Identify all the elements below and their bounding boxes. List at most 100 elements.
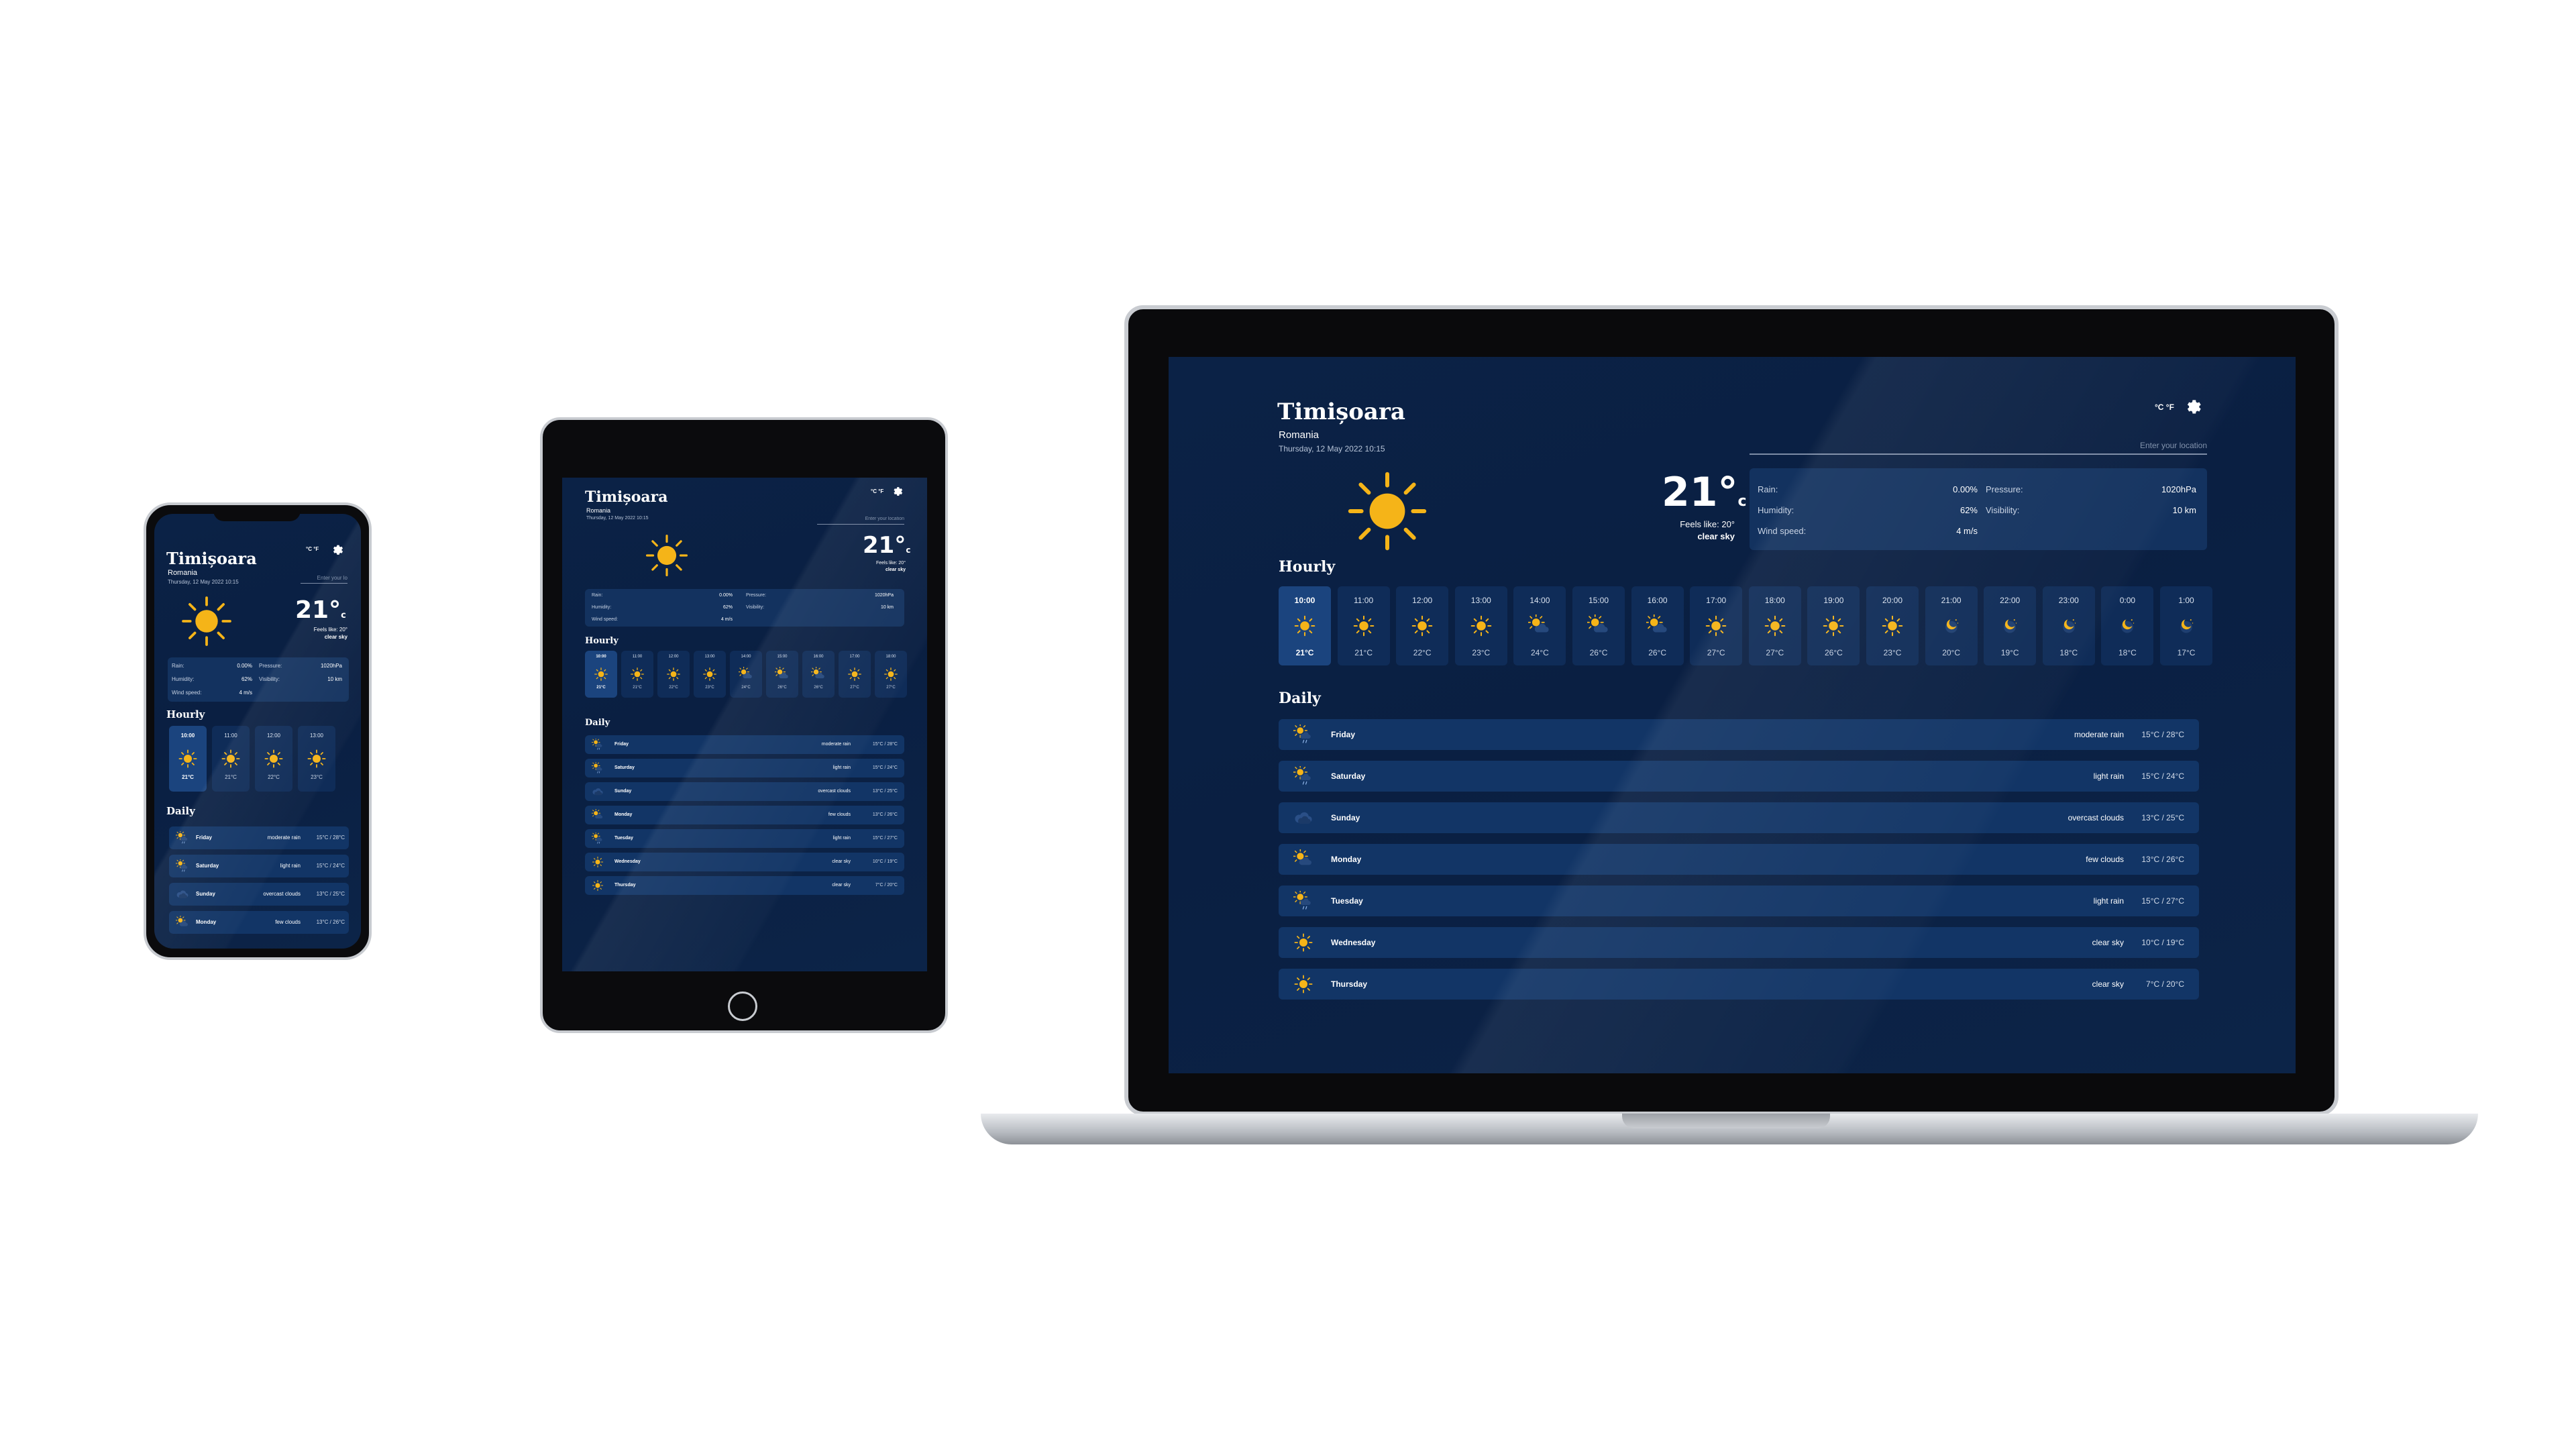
hourly-temp: 24°C xyxy=(741,686,751,690)
daily-day: Wednesday xyxy=(1331,938,1376,947)
hourly-card[interactable]: 13:00 23°C xyxy=(298,726,335,792)
hourly-card[interactable]: 11:00 21°C xyxy=(621,651,653,698)
daily-day: Thursday xyxy=(1331,979,1368,989)
pressure-value: 1020hPa xyxy=(320,663,342,669)
hourly-card[interactable]: 10:00 21°C xyxy=(1279,586,1331,665)
hourly-card[interactable]: 11:00 21°C xyxy=(1337,586,1390,665)
daily-row[interactable]: Sunday overcast clouds 13°C / 25°C xyxy=(1279,802,2199,833)
unit-toggle[interactable]: °C °F xyxy=(871,488,883,494)
hourly-time: 10:00 xyxy=(1294,596,1316,605)
city-name: Timișoara xyxy=(166,549,257,568)
daily-row[interactable]: Friday moderate rain 15°C / 28°C xyxy=(1279,719,2199,750)
daily-row[interactable]: Friday moderate rain 15°C / 28°C xyxy=(169,826,349,849)
hourly-card[interactable]: 18:00 27°C xyxy=(875,651,907,698)
daily-temperature-range: 13°C / 25°C xyxy=(2141,813,2184,822)
weather-stats-panel: Rain: 0.00% Humidity: 62% Wind speed: 4 … xyxy=(168,657,349,702)
daily-row[interactable]: Sunday overcast clouds 13°C / 25°C xyxy=(169,883,349,906)
hourly-card[interactable]: 20:00 23°C xyxy=(1866,586,1919,665)
hourly-card[interactable]: 15:00 26°C xyxy=(766,651,798,698)
sun-icon xyxy=(592,879,604,895)
search-input[interactable] xyxy=(1750,437,2207,455)
daily-description: few clouds xyxy=(2086,855,2124,864)
wind-label: Wind speed: xyxy=(1758,526,1807,536)
partly-cloudy-icon xyxy=(1645,613,1669,641)
hourly-card[interactable]: 16:00 26°C xyxy=(1631,586,1684,665)
current-date: Thursday, 12 May 2022 10:15 xyxy=(586,516,649,521)
daily-row[interactable]: Monday few clouds 13°C / 26°C xyxy=(1279,844,2199,875)
laptop-weather-app: Timișoara Romania Thursday, 12 May 2022 … xyxy=(1169,357,2296,1073)
search-input[interactable] xyxy=(817,514,904,525)
rain-sun-icon xyxy=(591,761,604,777)
country-name: Romania xyxy=(1279,429,1320,441)
hourly-card[interactable]: 21:00 20°C xyxy=(1925,586,1978,665)
hourly-card[interactable]: 12:00 22°C xyxy=(1396,586,1449,665)
gear-icon[interactable] xyxy=(2183,396,2202,418)
current-temperature: 21°c xyxy=(863,534,910,557)
unit-toggle[interactable]: °C °F xyxy=(306,546,319,552)
daily-row[interactable]: Monday few clouds 13°C / 26°C xyxy=(585,806,904,824)
hourly-card[interactable]: 11:00 21°C xyxy=(212,726,250,792)
sun-icon xyxy=(1293,974,1313,998)
hourly-temp: 21°C xyxy=(596,686,606,690)
hourly-card[interactable]: 17:00 27°C xyxy=(839,651,871,698)
hourly-time: 18:00 xyxy=(1764,596,1785,605)
hourly-card[interactable]: 16:00 26°C xyxy=(802,651,835,698)
sun-icon xyxy=(847,667,862,685)
visibility-value: 10 km xyxy=(880,605,894,610)
daily-row[interactable]: Thursday clear sky 7°C / 20°C xyxy=(1279,969,2199,1000)
hourly-card[interactable]: 13:00 23°C xyxy=(694,651,726,698)
daily-row[interactable]: Sunday overcast clouds 13°C / 25°C xyxy=(585,782,904,801)
weather-stats-panel: Rain: 0.00% Humidity: 62% Wind speed: 4 … xyxy=(1750,468,2207,550)
hourly-card[interactable]: 17:00 27°C xyxy=(1690,586,1743,665)
daily-row[interactable]: Wednesday clear sky 10°C / 19°C xyxy=(1279,927,2199,958)
hourly-card[interactable]: 19:00 26°C xyxy=(1807,586,1860,665)
hourly-card[interactable]: 18:00 27°C xyxy=(1748,586,1801,665)
daily-row[interactable]: Saturday light rain 15°C / 24°C xyxy=(585,759,904,777)
daily-row[interactable]: Thursday clear sky 7°C / 20°C xyxy=(585,876,904,895)
phone-notch xyxy=(213,508,301,521)
hourly-card[interactable]: 22:00 19°C xyxy=(1984,586,2037,665)
daily-day: Friday xyxy=(614,741,629,747)
humidity-value: 62% xyxy=(1960,505,1978,515)
hourly-card[interactable]: 14:00 24°C xyxy=(730,651,762,698)
tablet-weather-app: Timișoara Romania Thursday, 12 May 2022 … xyxy=(562,478,927,971)
daily-row[interactable]: Monday few clouds 13°C / 26°C xyxy=(169,911,349,934)
daily-row[interactable]: Saturday light rain 15°C / 24°C xyxy=(1279,761,2199,792)
hourly-card[interactable]: 13:00 23°C xyxy=(1454,586,1507,665)
daily-day: Monday xyxy=(614,812,633,817)
hourly-card[interactable]: 1:00 17°C xyxy=(2160,586,2212,665)
search-input[interactable] xyxy=(301,573,347,584)
daily-description: moderate rain xyxy=(267,835,301,841)
hourly-temp: 24°C xyxy=(1530,648,1549,657)
hourly-card[interactable]: 10:00 21°C xyxy=(585,651,617,698)
temperature-value: 21° xyxy=(1662,469,1738,516)
daily-temperature-range: 7°C / 20°C xyxy=(2146,979,2184,989)
hourly-temp: 17°C xyxy=(2177,648,2196,657)
daily-day: Tuesday xyxy=(614,835,633,841)
hourly-heading: Hourly xyxy=(166,708,205,720)
hourly-card[interactable]: 10:00 21°C xyxy=(169,726,207,792)
hourly-card[interactable]: 23:00 18°C xyxy=(2042,586,2095,665)
hourly-temp: 27°C xyxy=(886,686,896,690)
daily-row[interactable]: Friday moderate rain 15°C / 28°C xyxy=(585,735,904,754)
daily-temperature-range: 13°C / 26°C xyxy=(2141,855,2184,864)
current-temperature: 21°c xyxy=(295,598,346,623)
unit-toggle[interactable]: °C °F xyxy=(2155,402,2174,412)
hourly-card[interactable]: 12:00 22°C xyxy=(255,726,292,792)
hourly-card[interactable]: 0:00 18°C xyxy=(2101,586,2154,665)
gear-icon[interactable] xyxy=(891,484,903,500)
hourly-temp: 23°C xyxy=(311,774,323,780)
gear-icon[interactable] xyxy=(330,542,343,559)
hourly-card[interactable]: 15:00 26°C xyxy=(1572,586,1625,665)
daily-temperature-range: 10°C / 19°C xyxy=(872,859,898,864)
sun-icon xyxy=(178,749,198,772)
daily-row[interactable]: Saturday light rain 15°C / 24°C xyxy=(169,855,349,877)
daily-row[interactable]: Tuesday light rain 15°C / 27°C xyxy=(1279,885,2199,916)
daily-row[interactable]: Wednesday clear sky 10°C / 19°C xyxy=(585,853,904,871)
daily-temperature-range: 7°C / 20°C xyxy=(875,882,898,888)
daily-row[interactable]: Tuesday light rain 15°C / 27°C xyxy=(585,829,904,848)
hourly-card[interactable]: 14:00 24°C xyxy=(1513,586,1566,665)
daily-day: Sunday xyxy=(1331,813,1360,822)
hourly-card[interactable]: 12:00 22°C xyxy=(657,651,690,698)
feels-like: Feels like: 20° xyxy=(1680,519,1735,529)
